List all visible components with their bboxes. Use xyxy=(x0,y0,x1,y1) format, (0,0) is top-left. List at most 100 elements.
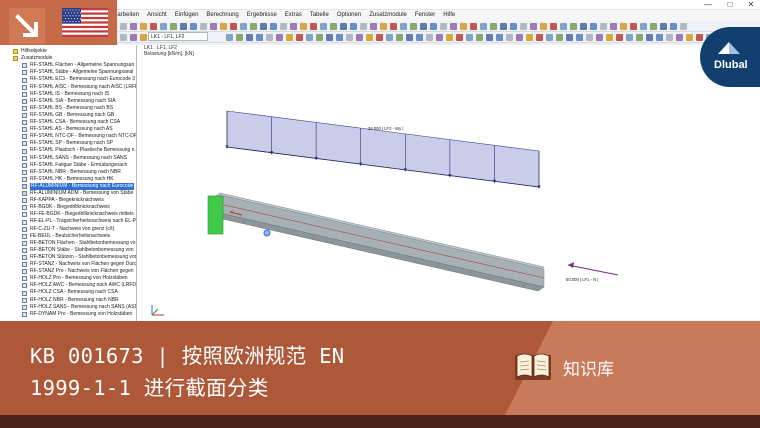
node-marker[interactable] xyxy=(263,229,271,237)
navigator-item[interactable]: RF-STAHL AS - Bemessung nach AS xyxy=(0,126,136,133)
toolbar-button[interactable] xyxy=(310,22,317,30)
toolbar-button[interactable] xyxy=(530,22,537,30)
navigator-item[interactable]: RF-STANZ - Nachweis von Flächen gegen Du… xyxy=(0,261,136,268)
toolbar-button[interactable] xyxy=(230,22,237,30)
toolbar-button[interactable] xyxy=(280,22,287,30)
toolbar-button[interactable] xyxy=(360,22,367,30)
toolbar-button[interactable] xyxy=(140,22,147,30)
toolbar-button[interactable] xyxy=(490,22,497,30)
toolbar-button[interactable] xyxy=(120,22,127,30)
toolbar-button[interactable] xyxy=(346,33,353,41)
toolbar-button[interactable] xyxy=(676,33,683,41)
toolbar-button[interactable] xyxy=(396,33,403,41)
navigator-item[interactable]: RF-BGDK - Biegedrillknicknachweis xyxy=(0,204,136,211)
navigator-item[interactable]: RF-HOLZ AWC - Bemessung nach AWC (LRFD xyxy=(0,282,136,289)
toolbar-button[interactable] xyxy=(666,33,673,41)
navigator-item[interactable]: RF-FE-BGDK - Biegedrillknicknachweis mit… xyxy=(0,211,136,218)
menu-item[interactable]: Fenster xyxy=(415,10,435,21)
minimize-icon[interactable]: — xyxy=(697,0,719,10)
toolbar-button[interactable] xyxy=(606,33,613,41)
toolbar-button[interactable] xyxy=(290,22,297,30)
menu-item[interactable]: Tabelle xyxy=(310,10,329,21)
toolbar-button[interactable] xyxy=(556,33,563,41)
toolbar-button[interactable] xyxy=(370,22,377,30)
navigator-item[interactable]: RF-DYNAM Pro - Bemessung von Holzstäben xyxy=(0,311,136,318)
toolbar-button[interactable] xyxy=(190,22,197,30)
navigator-item[interactable]: Zusatzmodule xyxy=(0,55,136,62)
navigator-item[interactable]: RF-ALUMINIUM ADM - Bemessung von Stäbe xyxy=(0,190,136,197)
toolbar-button[interactable] xyxy=(356,33,363,41)
menu-item[interactable]: Ergebnisse xyxy=(247,10,277,21)
toolbar-button[interactable] xyxy=(306,33,313,41)
navigator-item[interactable]: RF-C-ZU-T - Nachweis von grenz (c/t) xyxy=(0,226,136,233)
navigator-item[interactable]: RF-HOLZ CSA - Bemessung nach CSA xyxy=(0,289,136,296)
navigator-item[interactable]: RF-BETON Stäbe - Stahlbetonbemessung von xyxy=(0,247,136,254)
toolbar-button[interactable] xyxy=(546,33,553,41)
toolbar-button[interactable] xyxy=(650,22,657,30)
navigator-item[interactable]: RF-BETON Stützen - Stahlbetonbemessung v… xyxy=(0,254,136,261)
toolbar-button[interactable] xyxy=(636,33,643,41)
toolbar-button[interactable] xyxy=(576,33,583,41)
toolbar-button[interactable] xyxy=(420,22,427,30)
toolbar-button[interactable] xyxy=(500,22,507,30)
toolbar-button[interactable] xyxy=(320,22,327,30)
toolbar-button[interactable] xyxy=(226,33,233,41)
toolbar-button[interactable] xyxy=(586,33,593,41)
navigator-item[interactable]: RF-STAHL BS - Bemessung nach BS xyxy=(0,105,136,112)
toolbar-button[interactable] xyxy=(590,22,597,30)
loadcase-combo[interactable]: LK1 - LF1, LF2 xyxy=(148,32,208,41)
toolbar-button[interactable] xyxy=(350,22,357,30)
toolbar-button[interactable] xyxy=(246,33,253,41)
toolbar-button[interactable] xyxy=(610,22,617,30)
toolbar-button[interactable] xyxy=(440,22,447,30)
toolbar-button[interactable] xyxy=(380,22,387,30)
toolbar-button[interactable] xyxy=(680,22,687,30)
navigator-item[interactable]: RF-STAHL HK - Bemessung nach HK xyxy=(0,176,136,183)
close-icon[interactable]: ✕ xyxy=(740,0,760,10)
navigator-item[interactable]: RF-BETON Flächen - Stahlbetonbemessung v… xyxy=(0,240,136,247)
toolbar-button[interactable] xyxy=(450,22,457,30)
navigator-item[interactable]: RF-STAHL NBR - Bemessung nach NBR xyxy=(0,169,136,176)
model-workspace[interactable]: LK1 : LF1, LF2 Belastung [kN/m], [kN] 36… xyxy=(138,45,760,321)
toolbar-button[interactable] xyxy=(160,22,167,30)
navigator-item[interactable]: RF-ALUMINIUM - Bemessung nach Eurocode xyxy=(0,182,136,190)
toolbar-button[interactable] xyxy=(536,33,543,41)
toolbar-button[interactable] xyxy=(506,33,513,41)
toolbar-button[interactable] xyxy=(526,33,533,41)
toolbar-button[interactable] xyxy=(616,33,623,41)
toolbar-button[interactable] xyxy=(580,22,587,30)
structure-model[interactable]: 36.000 | LF2 - Wy | × 50.000 | LF1 - N | xyxy=(138,45,760,321)
toolbar-button[interactable] xyxy=(120,33,127,41)
toolbar-button[interactable] xyxy=(296,33,303,41)
toolbar-button[interactable] xyxy=(220,22,227,30)
toolbar-button[interactable] xyxy=(270,22,277,30)
navigator-item[interactable]: RF-HOLZ SANS - Bemessung nach SANS (ASD xyxy=(0,304,136,311)
toolbar-button[interactable] xyxy=(486,33,493,41)
menu-item[interactable]: Einfügen xyxy=(175,10,199,21)
toolbar-button[interactable] xyxy=(416,33,423,41)
toolbar-button[interactable] xyxy=(200,22,207,30)
toolbar-button[interactable] xyxy=(540,22,547,30)
toolbar-button[interactable] xyxy=(400,22,407,30)
navigator-item[interactable]: RF-STAHL SP - Bemessung nach SP xyxy=(0,140,136,147)
toolbar-button[interactable] xyxy=(520,22,527,30)
navigator-item[interactable]: RF-STAHL SIA - Bemessung nach SIA xyxy=(0,98,136,105)
toolbar-button[interactable] xyxy=(406,33,413,41)
navigator-item[interactable]: RF-STAHL AISC - Bemessung nach AISC (LRF… xyxy=(0,84,136,91)
menu-item[interactable]: Hilfe xyxy=(443,10,455,21)
toolbar-button[interactable] xyxy=(300,22,307,30)
toolbar-button[interactable] xyxy=(236,33,243,41)
navigator-item[interactable]: RF-STAHL Flächen - Allgemeine Spannungsa… xyxy=(0,62,136,69)
toolbar-button[interactable] xyxy=(150,22,157,30)
toolbar-button[interactable] xyxy=(266,33,273,41)
menu-item[interactable]: Ansicht xyxy=(147,10,167,21)
toolbar-button[interactable] xyxy=(386,33,393,41)
navigator-item[interactable]: RF-HOLZ Pro - Bemessung von Holzstäben xyxy=(0,275,136,282)
toolbar-button[interactable] xyxy=(336,33,343,41)
toolbar-button[interactable] xyxy=(250,22,257,30)
toolbar-button[interactable] xyxy=(460,22,467,30)
toolbar-button[interactable] xyxy=(470,22,477,30)
navigator-item[interactable]: FE-BEUL - Beulsicherheitsnachweis xyxy=(0,233,136,240)
toolbar-button[interactable] xyxy=(276,33,283,41)
toolbar-button[interactable] xyxy=(340,22,347,30)
